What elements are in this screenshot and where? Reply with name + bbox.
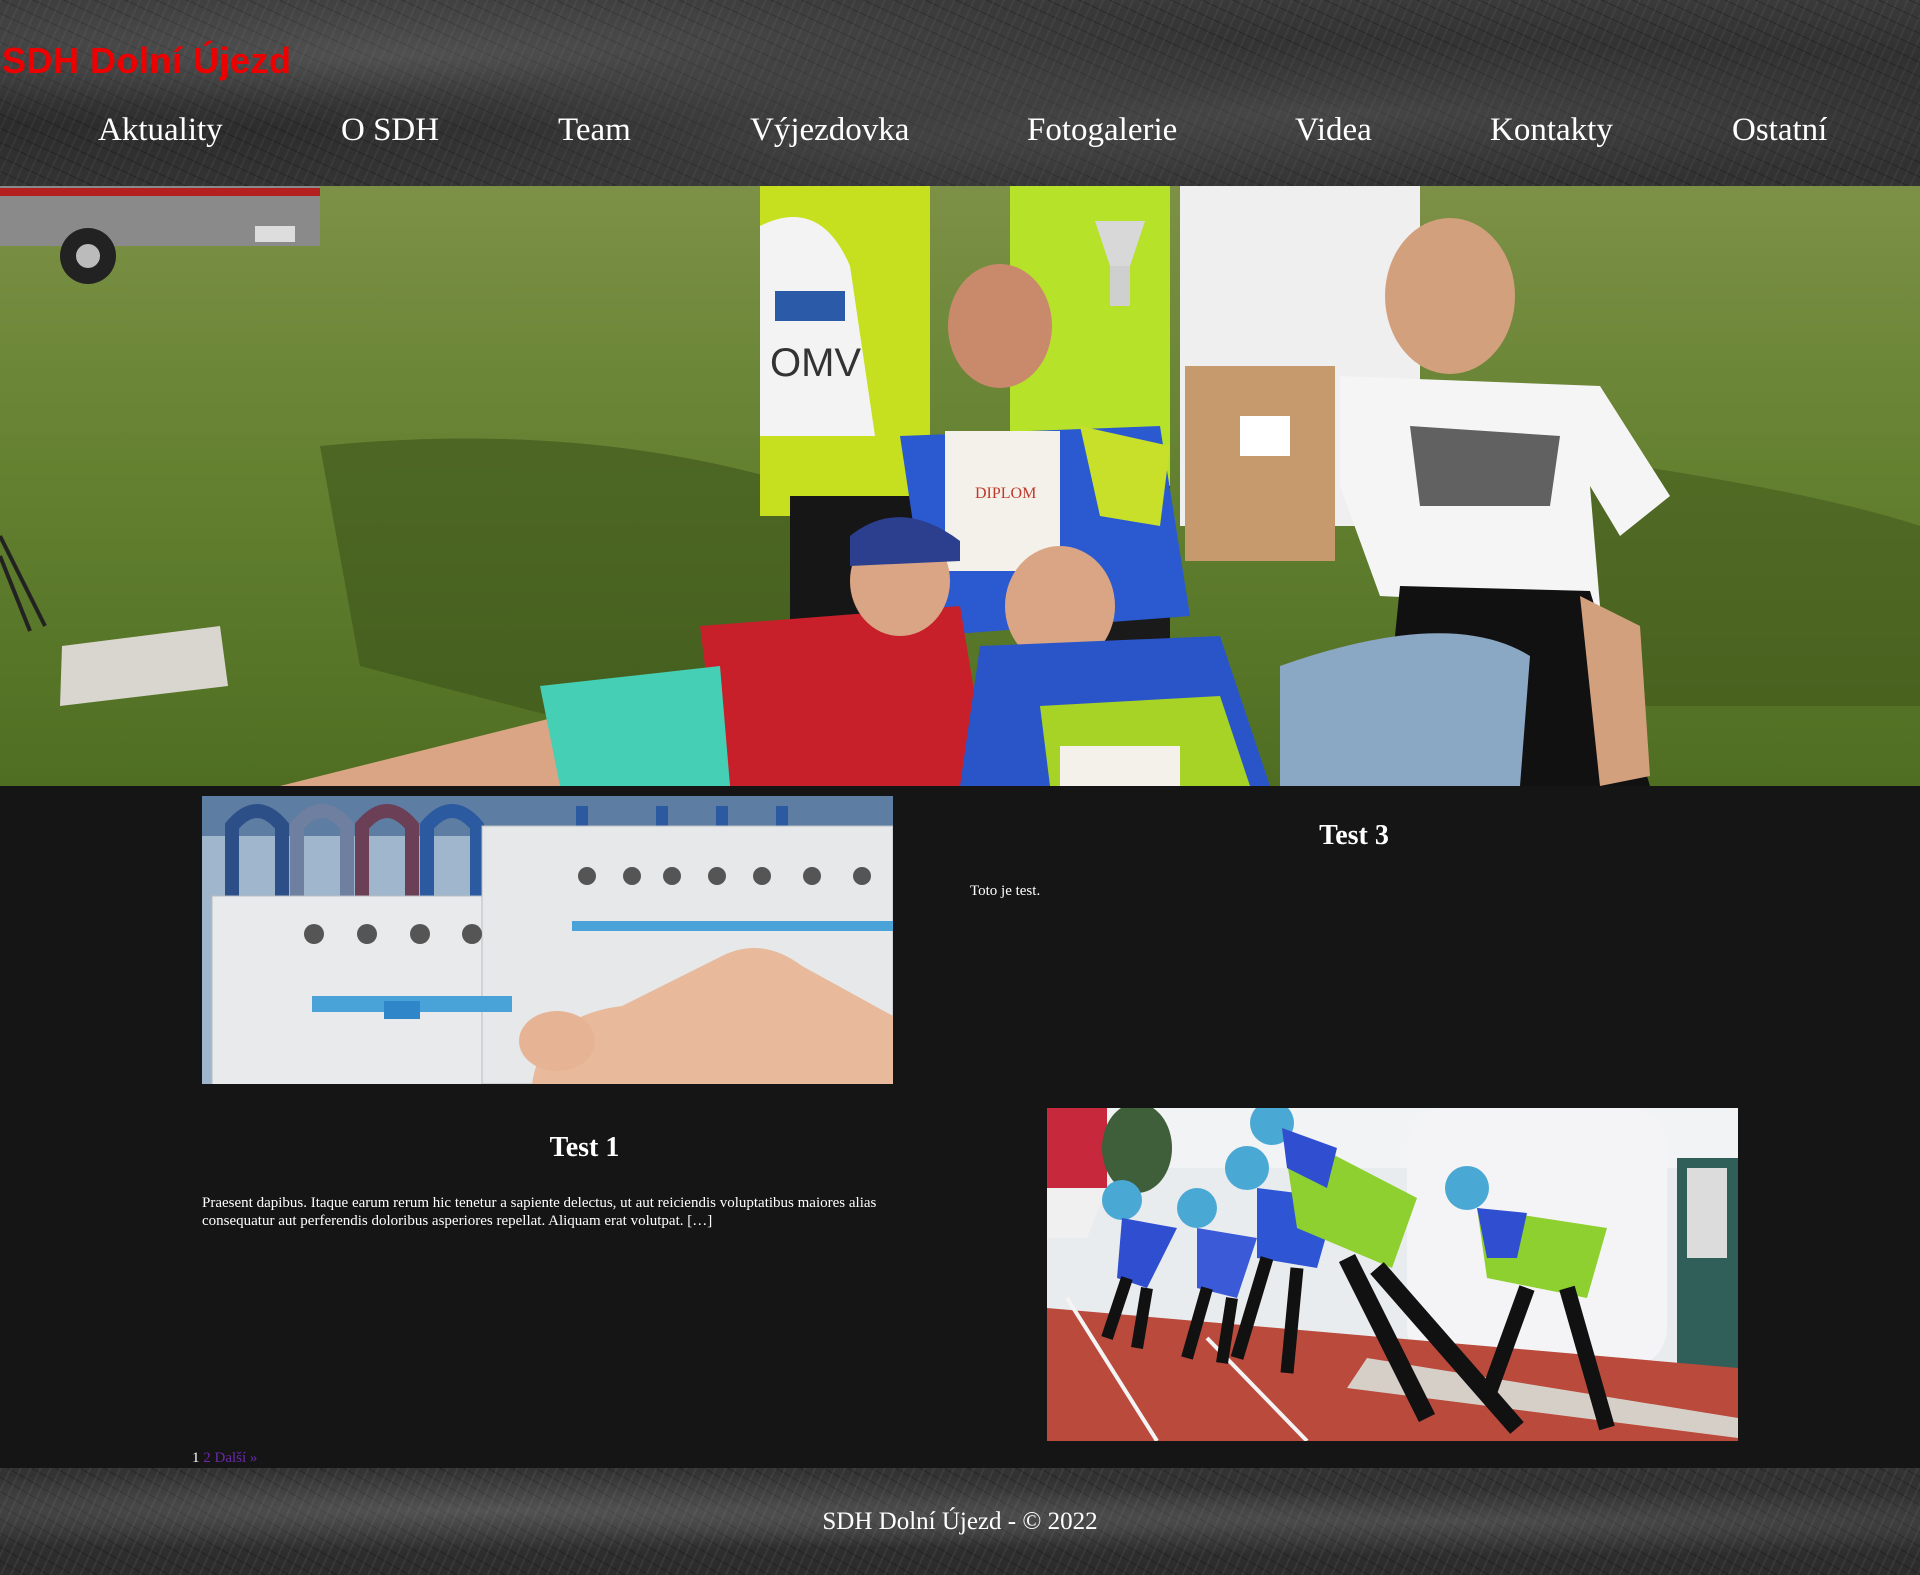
site-footer: SDH Dolní Újezd - © 2022 (0, 1468, 1920, 1575)
footer-copyright: SDH Dolní Újezd - © 2022 (822, 1508, 1098, 1535)
post-test3-excerpt: Toto je test. (970, 883, 1041, 899)
nav-item-vyjezdovka[interactable]: Výjezdovka (750, 112, 909, 149)
nav-item-aktuality[interactable]: Aktuality (98, 112, 223, 149)
main-nav: Aktuality O SDH Team Výjezdovka Fotogale… (0, 112, 1920, 166)
pagination-next-link[interactable]: 2 Další » (203, 1450, 257, 1466)
posts-area: Test 3 Toto je test. Test 1 Praesent dap… (0, 786, 1920, 1468)
post-test1-title[interactable]: Test 1 (202, 1132, 967, 1164)
site-header: SDH Dolní Újezd Aktuality O SDH Team Výj… (0, 0, 1920, 186)
circuit-breaker-image (202, 796, 893, 1084)
team-photo-image: OMV DIPLOM (0, 186, 1920, 786)
bag-text: OMV (770, 341, 861, 385)
pagination-current-page: 1 (192, 1450, 200, 1466)
nav-item-ostatni[interactable]: Ostatní (1732, 112, 1827, 149)
post-test3-image-link[interactable] (202, 796, 893, 1084)
post-test3-title[interactable]: Test 3 (960, 820, 1748, 852)
post-test1-excerpt: Praesent dapibus. Itaque earum rerum hic… (202, 1195, 877, 1229)
pagination: 1 2 Další » (192, 1450, 257, 1467)
hero-team-photo: OMV DIPLOM (0, 186, 1920, 786)
nav-item-kontakty[interactable]: Kontakty (1490, 112, 1613, 149)
nav-item-team[interactable]: Team (558, 112, 631, 149)
nav-item-videa[interactable]: Videa (1295, 112, 1372, 149)
nav-item-o-sdh[interactable]: O SDH (341, 112, 439, 149)
site-title-link[interactable]: SDH Dolní Újezd (2, 40, 292, 82)
diploma-text: DIPLOM (975, 485, 1036, 502)
nav-item-fotogalerie[interactable]: Fotogalerie (1027, 112, 1177, 149)
post-test1-image-link[interactable] (1047, 1108, 1738, 1441)
firefighter-sprint-image (1047, 1108, 1738, 1441)
